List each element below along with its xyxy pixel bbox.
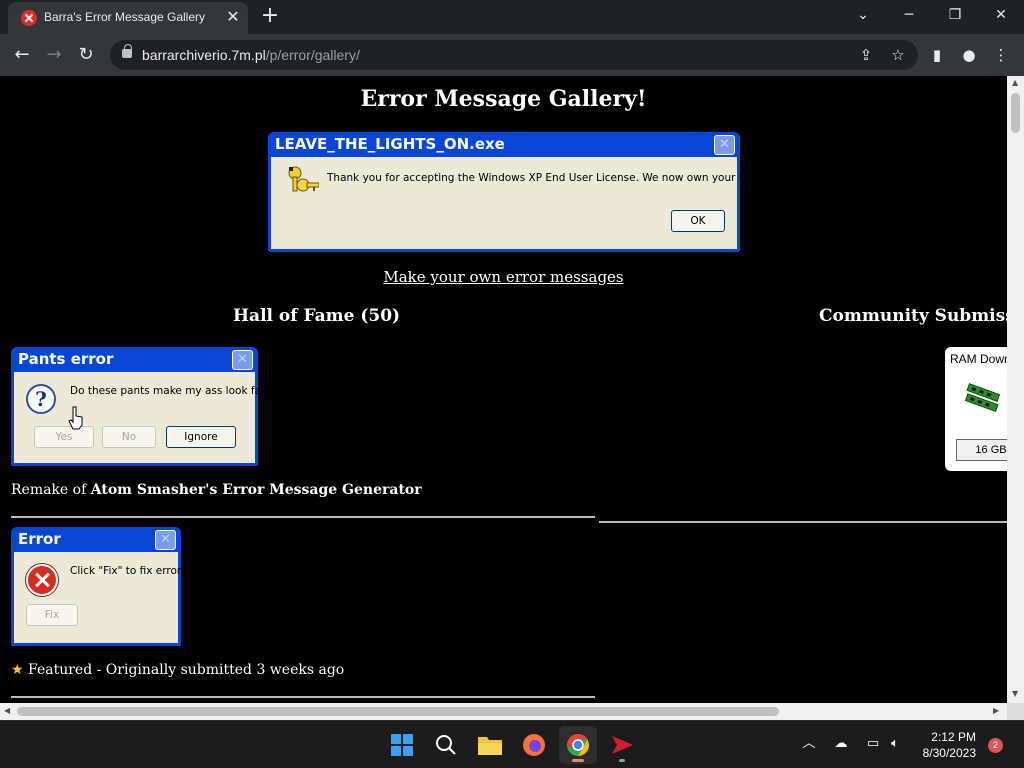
browser-toolbar: ← → ↻ barrarchiverio.7m.pl/p/error/galle… — [0, 34, 1024, 76]
new-tab-icon[interactable]: + — [258, 4, 282, 28]
featured-caption: ★ Featured - Originally submitted 3 week… — [11, 662, 345, 678]
firefox-button[interactable] — [515, 726, 553, 764]
dialog-titlebar: LEAVE_THE_LIGHTS_ON.exe ✕ — [271, 132, 737, 157]
fix-button[interactable]: Fix — [26, 604, 78, 626]
dialog-message: Click "Fix" to fix error. — [70, 565, 184, 577]
menu-kebab-icon[interactable]: ⋮ — [990, 44, 1012, 66]
active-indicator — [572, 759, 584, 762]
profile-icon[interactable]: ● — [958, 44, 980, 66]
back-icon[interactable]: ← — [9, 42, 35, 68]
restore-icon[interactable]: ❐ — [932, 0, 978, 32]
reload-icon[interactable]: ↻ — [73, 42, 99, 68]
pants-error-dialog: Pants error ✕ ? Do these pants make my a… — [11, 347, 271, 466]
network-icon[interactable]: ▭ — [864, 735, 882, 753]
hand-cursor-icon — [68, 406, 83, 430]
tab-strip: Barra's Error Message Gallery ✕ + ⌄ ─ ❐ … — [0, 0, 1024, 34]
star-icon: ★ — [11, 662, 24, 678]
start-button[interactable] — [383, 726, 421, 764]
vertical-scrollbar[interactable]: ▲ ▼ — [1007, 76, 1024, 703]
search-button[interactable] — [427, 726, 465, 764]
address-bar[interactable]: barrarchiverio.7m.pl/p/error/gallery/ ⇪ … — [110, 40, 918, 70]
close-window-icon[interactable]: ✕ — [978, 0, 1024, 32]
pants-caption: Remake of Atom Smasher's Error Message G… — [11, 482, 422, 498]
divider — [599, 521, 1007, 523]
tab-title: Barra's Error Message Gallery — [44, 10, 206, 24]
scroll-down-icon[interactable]: ▼ — [1012, 689, 1018, 698]
hall-of-fame-heading: Hall of Fame (50) — [233, 306, 401, 326]
main-error-dialog: LEAVE_THE_LIGHTS_ON.exe ✕ Thank you for … — [268, 132, 775, 252]
tray-overflow-chevron-icon[interactable]: ︿ — [800, 735, 818, 753]
dialog-message: Thank you for accepting the Windows XP E… — [327, 172, 775, 184]
divider — [11, 516, 595, 518]
dialog-title: LEAVE_THE_LIGHTS_ON.exe — [275, 135, 505, 153]
yes-button[interactable]: Yes — [34, 426, 94, 448]
volume-icon[interactable]: 🔈︎ — [886, 735, 904, 753]
firefox-icon — [523, 734, 545, 756]
bookmark-star-icon[interactable]: ☆ — [888, 45, 908, 65]
file-explorer-button[interactable] — [471, 726, 509, 764]
horizontal-scroll-thumb[interactable] — [17, 707, 779, 716]
dialog-title: Error — [18, 530, 61, 548]
dialog-title: RAM Download — [950, 352, 1007, 366]
scroll-up-icon[interactable]: ▲ — [1012, 78, 1018, 87]
chrome-button[interactable] — [559, 726, 597, 764]
question-icon: ? — [26, 384, 56, 414]
browser-tab[interactable]: Barra's Error Message Gallery ✕ — [8, 2, 248, 34]
scroll-corner — [1007, 703, 1024, 720]
generator-link[interactable]: Atom Smasher's Error Message Generator — [91, 482, 422, 498]
dialog-title: Pants error — [18, 350, 114, 368]
scroll-right-icon[interactable]: ▶ — [993, 706, 999, 715]
keys-icon — [288, 166, 319, 192]
page-title: Error Message Gallery! — [360, 86, 647, 112]
divider — [11, 696, 595, 698]
dialog-close-icon[interactable]: ✕ — [155, 530, 176, 550]
side-panel-icon[interactable]: ▮ — [926, 44, 948, 66]
url-text[interactable]: barrarchiverio.7m.pl/p/error/gallery/ — [142, 47, 360, 63]
clock-time[interactable]: 2:12 PM — [912, 730, 976, 744]
minimize-icon[interactable]: ─ — [886, 0, 932, 32]
windows-logo-icon — [391, 734, 413, 756]
ignore-button[interactable]: Ignore — [166, 426, 236, 448]
ok-button[interactable]: OK — [671, 210, 725, 232]
red-app-button[interactable] — [603, 726, 641, 764]
notification-badge[interactable]: 2 — [988, 738, 1003, 753]
windows-taskbar: ︿ ☁ ▭ 🔈︎ 2:12 PM 8/30/2023 2 — [0, 720, 1024, 768]
make-error-link[interactable]: Make your own error messages — [0, 268, 1007, 286]
tab-search-icon[interactable]: ⌄ — [840, 0, 886, 32]
error-icon — [26, 564, 58, 596]
forward-icon[interactable]: → — [41, 42, 67, 68]
vertical-scroll-thumb[interactable] — [1011, 93, 1020, 133]
dialog-close-icon[interactable]: ✕ — [232, 350, 253, 370]
dialog-message: Do these pants make my ass look fat? — [70, 385, 271, 397]
lock-icon[interactable] — [122, 44, 132, 58]
clock-date[interactable]: 8/30/2023 — [912, 746, 976, 760]
dialog-close-icon[interactable]: ✕ — [714, 135, 735, 155]
scroll-left-icon[interactable]: ◀ — [4, 706, 10, 715]
share-icon[interactable]: ⇪ — [856, 45, 876, 65]
no-button[interactable]: No — [102, 426, 156, 448]
search-icon — [436, 735, 456, 755]
close-tab-icon[interactable]: ✕ — [224, 8, 242, 26]
folder-icon — [478, 737, 502, 755]
page-content: Error Message Gallery! LEAVE_THE_LIGHTS_… — [0, 76, 1007, 703]
ram-size-button[interactable]: 16 GB — [956, 439, 1007, 461]
ram-download-dialog: RAM Download 16 GB — [945, 347, 1007, 471]
error-favicon-icon — [21, 10, 37, 26]
running-indicator — [619, 759, 625, 762]
ram-stick-icon — [964, 383, 1001, 413]
horizontal-scrollbar[interactable]: ◀ ▶ — [0, 703, 1007, 720]
fix-error-dialog: Error ✕ Click "Fix" to fix error. Fix — [11, 527, 184, 646]
community-heading: Community Submissions — [819, 306, 1007, 326]
onedrive-icon[interactable]: ☁ — [832, 735, 850, 753]
